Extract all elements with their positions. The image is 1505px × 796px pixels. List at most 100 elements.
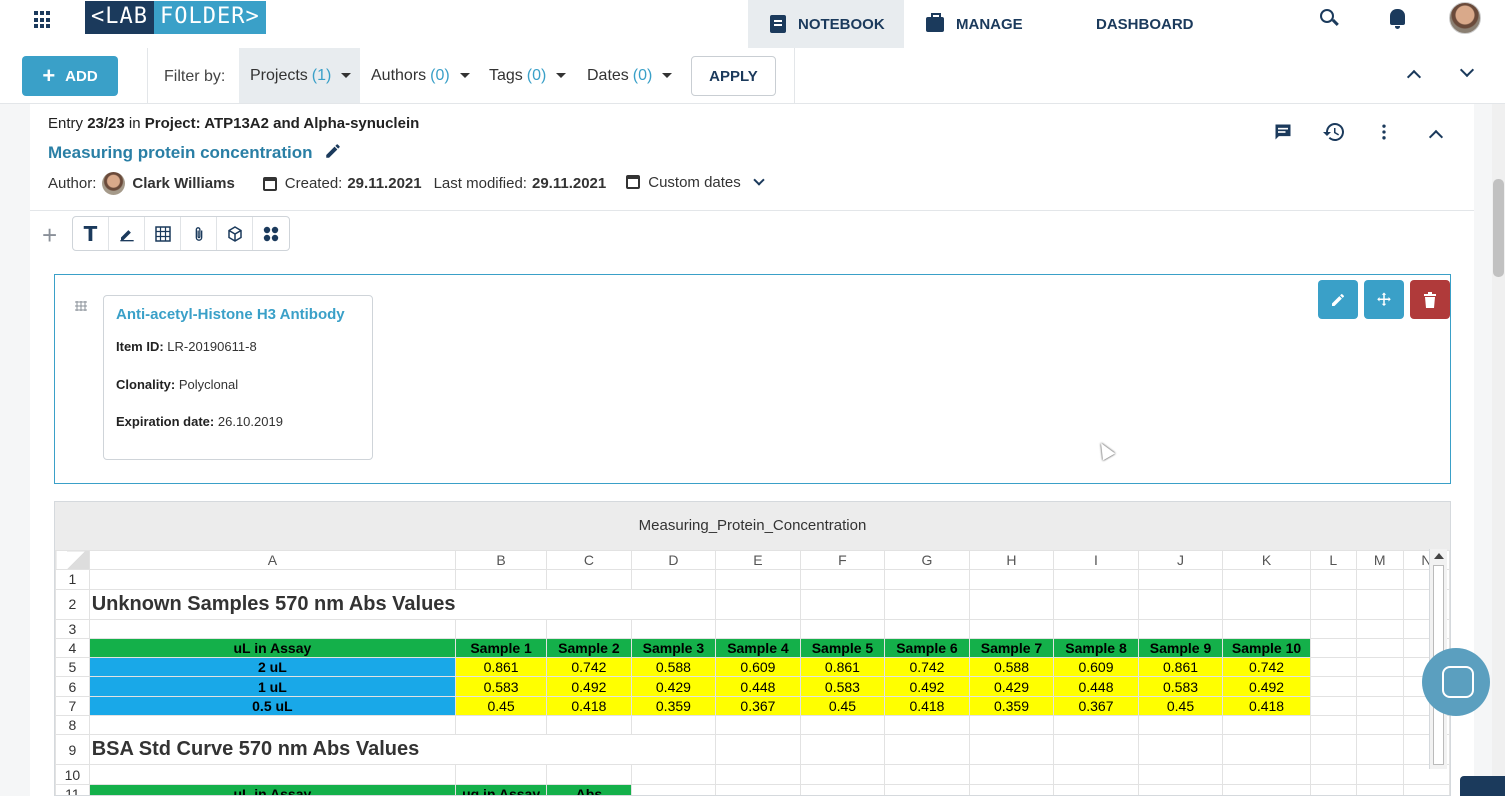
cell[interactable]: 2 uL — [88, 657, 457, 678]
cell[interactable]: 0.583 — [1137, 676, 1224, 697]
cell[interactable]: uL in Assay — [88, 637, 457, 659]
cell[interactable]: Sample 2 — [546, 637, 632, 659]
cell[interactable]: 0.448 — [715, 676, 801, 697]
apply-button[interactable]: APPLY — [691, 56, 776, 96]
chevron-down-icon[interactable] — [753, 173, 765, 186]
row-number[interactable]: 7 — [55, 695, 90, 717]
cell[interactable]: 0.45 — [799, 695, 886, 717]
cell[interactable]: 0.448 — [1053, 676, 1139, 697]
cell[interactable]: 0.861 — [1137, 657, 1224, 678]
scroll-up-arrow-icon[interactable] — [1434, 553, 1444, 559]
material-item-block[interactable]: Anti-acetyl-Histone H3 Antibody Item ID:… — [54, 274, 1451, 484]
nav-dashboard[interactable]: DASHBOARD — [1067, 0, 1194, 48]
cell[interactable]: Sample 4 — [715, 637, 801, 659]
row-number[interactable]: 3 — [55, 618, 90, 639]
sketch-element-icon[interactable] — [109, 217, 145, 250]
row-number[interactable]: 10 — [55, 764, 90, 785]
add-element-plus-icon[interactable]: + — [42, 222, 57, 248]
cell[interactable]: 0.429 — [968, 676, 1055, 697]
labfolder-logo[interactable]: <LAB FOLDER> — [85, 1, 266, 34]
cell[interactable]: 0.418 — [546, 695, 632, 717]
row-number[interactable]: 8 — [55, 715, 90, 736]
cell[interactable]: Unknown Samples 570 nm Abs Values — [88, 588, 456, 620]
cell[interactable]: 0.609 — [1053, 657, 1139, 678]
filter-authors[interactable]: Authors (0) — [360, 48, 481, 103]
cell[interactable]: 0.359 — [968, 695, 1055, 717]
apps-element-icon[interactable] — [253, 217, 289, 250]
column-header[interactable]: L — [1309, 549, 1357, 571]
cell[interactable]: 0.583 — [455, 676, 548, 697]
chat-support-icon[interactable] — [1422, 648, 1490, 716]
select-all-corner[interactable] — [55, 549, 90, 571]
cell[interactable]: ug in Assay — [455, 783, 548, 795]
cell[interactable]: Sample 7 — [968, 637, 1055, 659]
cell[interactable]: 0.367 — [715, 695, 801, 717]
cell[interactable]: 0.861 — [455, 657, 548, 678]
more-vertical-icon[interactable] — [1374, 122, 1394, 142]
cell[interactable]: 0.742 — [546, 657, 632, 678]
chevron-down-icon[interactable] — [1459, 62, 1475, 78]
author-name[interactable]: Clark Williams — [132, 175, 234, 192]
cell[interactable]: 0.418 — [1222, 695, 1311, 717]
cell[interactable]: 0.418 — [884, 695, 970, 717]
cell[interactable]: 0.5 uL — [88, 695, 457, 717]
column-header[interactable]: E — [715, 549, 801, 571]
cell[interactable]: 0.429 — [630, 676, 717, 697]
spreadsheet-grid[interactable]: A B C D E F G H I J K L M N 1 2 Unknown … — [55, 549, 1450, 795]
cell[interactable]: 1 uL — [88, 676, 457, 697]
column-header[interactable]: I — [1053, 549, 1139, 571]
entry-project[interactable]: Project: ATP13A2 and Alpha-synuclein — [145, 115, 420, 132]
move-block-button[interactable] — [1364, 280, 1404, 319]
collapse-chevron-up-icon[interactable] — [1428, 129, 1444, 145]
cell[interactable]: Sample 6 — [884, 637, 970, 659]
material-element-box-icon[interactable] — [217, 217, 253, 250]
row-number[interactable]: 5 — [55, 657, 90, 678]
edit-title-pencil-icon[interactable] — [324, 142, 342, 160]
filter-tags[interactable]: Tags (0) — [478, 48, 577, 103]
cell[interactable]: Sample 10 — [1222, 637, 1311, 659]
row-number[interactable]: 4 — [55, 637, 90, 659]
column-header[interactable]: H — [968, 549, 1055, 571]
material-item-card[interactable]: Anti-acetyl-Histone H3 Antibody Item ID:… — [103, 295, 373, 460]
chevron-up-icon[interactable] — [1406, 69, 1422, 85]
column-header[interactable]: C — [546, 549, 632, 571]
row-number[interactable]: 2 — [55, 588, 90, 620]
cell[interactable]: 0.367 — [1053, 695, 1139, 717]
drag-handle-icon[interactable] — [74, 300, 88, 315]
page-scrollbar[interactable] — [1492, 104, 1505, 796]
corner-tab[interactable] — [1460, 776, 1505, 796]
cell[interactable]: Sample 1 — [455, 637, 548, 659]
cell[interactable]: Sample 8 — [1053, 637, 1139, 659]
cell[interactable]: Sample 5 — [799, 637, 886, 659]
nav-manage[interactable]: MANAGE — [926, 0, 1023, 48]
add-button[interactable]: + ADD — [22, 56, 118, 96]
cell[interactable]: 0.609 — [715, 657, 801, 678]
cell[interactable]: 0.588 — [968, 657, 1055, 678]
cell[interactable]: Sample 9 — [1137, 637, 1224, 659]
attachment-element-icon[interactable] — [181, 217, 217, 250]
apps-grid-icon[interactable] — [34, 11, 52, 29]
cell[interactable]: 0.583 — [799, 676, 886, 697]
column-header[interactable]: F — [799, 549, 886, 571]
delete-block-button[interactable] — [1410, 280, 1450, 319]
spreadsheet-block[interactable]: Measuring_Protein_Concentration A B C D … — [54, 501, 1451, 796]
cell[interactable]: 0.588 — [630, 657, 717, 678]
search-icon[interactable] — [1320, 9, 1334, 23]
column-header[interactable]: J — [1137, 549, 1224, 571]
cell[interactable]: Abs — [546, 783, 632, 795]
row-number[interactable]: 11 — [55, 783, 90, 795]
filter-projects[interactable]: Projects (1) — [239, 48, 360, 103]
cell[interactable]: uL in Assay — [88, 783, 457, 795]
column-header[interactable]: K — [1222, 549, 1311, 571]
column-header[interactable]: A — [88, 549, 457, 571]
cell[interactable]: 0.359 — [630, 695, 717, 717]
column-header[interactable]: B — [455, 549, 548, 571]
cell[interactable]: 0.492 — [1222, 676, 1311, 697]
table-element-icon[interactable] — [145, 217, 181, 250]
nav-notebook[interactable]: NOTEBOOK — [748, 0, 904, 48]
notification-bell-icon[interactable] — [1390, 9, 1405, 29]
column-header[interactable]: D — [630, 549, 717, 571]
edit-block-button[interactable] — [1318, 280, 1358, 319]
cell[interactable]: 0.45 — [455, 695, 548, 717]
cell[interactable]: 0.492 — [884, 676, 970, 697]
